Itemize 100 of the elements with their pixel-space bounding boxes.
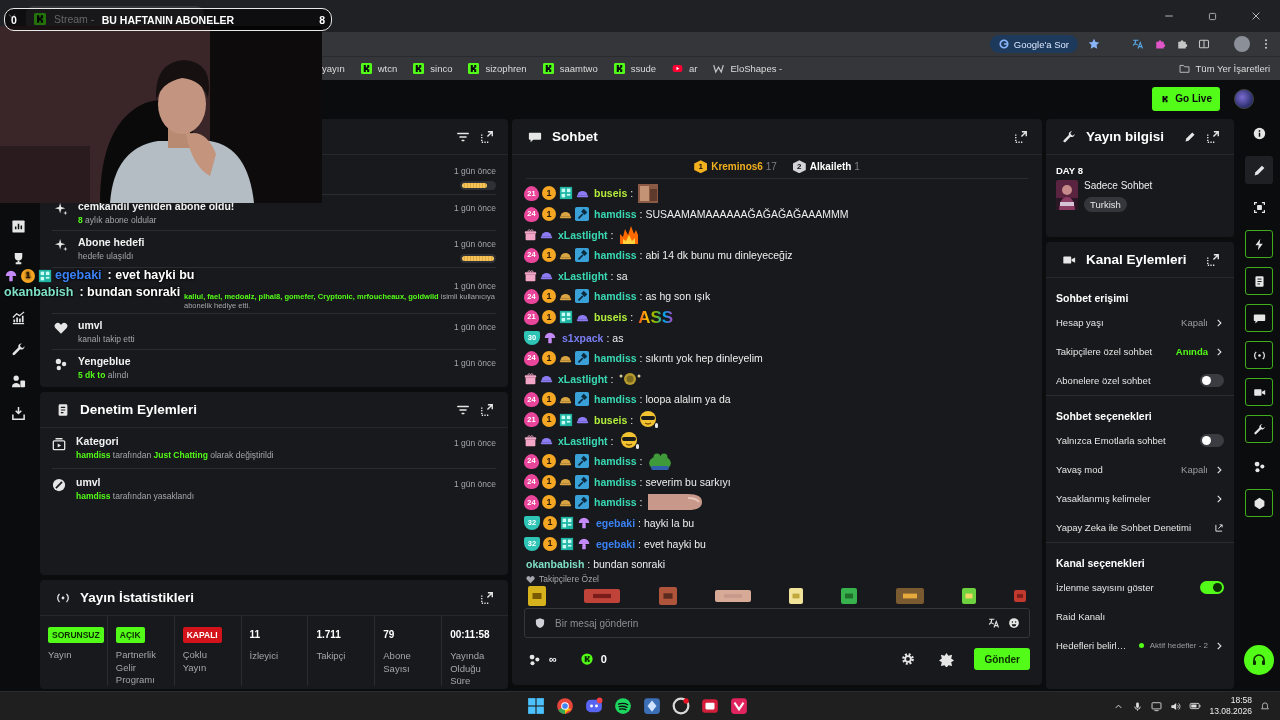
popout-icon[interactable] (480, 402, 494, 417)
app-icon[interactable] (730, 697, 748, 716)
users-icon[interactable] (10, 374, 26, 390)
dots-icon[interactable] (528, 652, 541, 666)
username[interactable]: hamdiss (594, 496, 637, 509)
username[interactable]: xLastlight (558, 228, 608, 241)
external-link-icon[interactable] (1214, 522, 1224, 533)
monitor-icon[interactable] (1151, 700, 1163, 712)
username[interactable]: hamdiss (594, 455, 637, 468)
bookmark[interactable]: ssude (613, 63, 657, 74)
popout-icon[interactable] (1014, 129, 1028, 144)
popout-icon[interactable] (1206, 129, 1220, 144)
message-input-field[interactable]: Bir mesaj gönderin (524, 608, 1030, 639)
bookmark[interactable]: yayın (322, 63, 345, 74)
username[interactable]: xLastlight (558, 372, 608, 385)
chat-button[interactable] (1245, 304, 1273, 333)
browser-icon[interactable] (556, 697, 574, 716)
edit-icon[interactable] (1184, 130, 1196, 143)
download-icon[interactable] (10, 406, 26, 422)
lightning-button[interactable] (1245, 230, 1273, 259)
emote-icon[interactable] (841, 588, 858, 605)
username[interactable]: s1xpack (562, 331, 604, 344)
badge-icon[interactable] (939, 651, 955, 667)
setting-value[interactable]: Kapalı (1181, 464, 1208, 476)
username[interactable]: hamdiss (594, 475, 637, 488)
top-gifter[interactable]: Kreminos6 17 (711, 161, 777, 173)
emote-icon[interactable] (714, 590, 751, 603)
category-name[interactable]: Sadece Sohbet (1084, 180, 1153, 192)
toggle-switch[interactable] (1200, 581, 1224, 595)
emoji-icon[interactable] (1008, 617, 1020, 630)
go-live-button[interactable]: Go Live (1152, 86, 1220, 111)
kick-coin-icon[interactable] (580, 653, 593, 666)
ask-google-button[interactable]: Google'a Sor (989, 35, 1078, 53)
chevron-right-icon[interactable] (1214, 346, 1224, 357)
chevron-right-icon[interactable] (1214, 464, 1224, 475)
microphone-icon[interactable] (1132, 700, 1144, 712)
emote-icon[interactable] (789, 588, 803, 605)
app-icon[interactable] (643, 697, 661, 716)
settings-icon[interactable] (901, 652, 916, 667)
app-icon[interactable] (701, 697, 719, 716)
translate-icon[interactable] (988, 617, 1000, 630)
bookmark[interactable]: wtcn (360, 63, 398, 74)
popout-icon[interactable] (480, 590, 494, 605)
emote-icon[interactable] (895, 588, 924, 605)
bookmark[interactable]: sizophren (468, 63, 527, 74)
speaker-icon[interactable] (1170, 700, 1182, 712)
username[interactable]: egebaki (596, 537, 636, 550)
username[interactable]: egebaki (596, 516, 636, 529)
music-app-icon[interactable] (614, 697, 632, 716)
all-bookmarks[interactable]: Tüm Yer İşaretleri (1178, 63, 1270, 74)
chevron-right-icon[interactable] (1214, 493, 1224, 504)
toggle-switch[interactable] (1200, 374, 1224, 388)
username[interactable]: okanbabish (526, 558, 585, 571)
bookmark[interactable]: saamtwo (542, 63, 598, 74)
split-view-icon[interactable] (1198, 38, 1210, 50)
support-button[interactable] (1244, 645, 1274, 676)
username[interactable]: hamdiss (594, 208, 637, 221)
setting-value[interactable]: Anında (1175, 346, 1208, 358)
bookmark-star-icon[interactable] (1088, 38, 1100, 50)
close-icon[interactable] (1250, 10, 1262, 22)
popout-icon[interactable] (1206, 252, 1220, 267)
username[interactable]: buseis (594, 413, 628, 426)
username[interactable]: buseis (594, 187, 628, 200)
notification-icon[interactable] (1260, 701, 1270, 712)
broadcast-button[interactable] (1245, 341, 1273, 370)
emote-icon[interactable] (528, 586, 546, 607)
toggle-switch[interactable] (1200, 434, 1224, 448)
bookmark[interactable]: EloShapes - (713, 63, 783, 74)
camera-button[interactable] (1245, 378, 1273, 407)
profile-avatar[interactable] (1234, 36, 1250, 52)
extension-icon[interactable] (1154, 38, 1166, 50)
emote-icon[interactable] (961, 588, 976, 605)
top-gifter[interactable]: Alkaileth 1 (809, 161, 860, 173)
bookmark[interactable]: ar (672, 63, 698, 74)
username[interactable]: buseis (594, 311, 628, 323)
extensions-icon[interactable] (1176, 38, 1188, 50)
app-icon[interactable] (672, 697, 690, 716)
bookmark[interactable]: sinco (413, 63, 453, 74)
username[interactable]: hamdiss (594, 249, 637, 262)
username[interactable]: hamdiss (594, 393, 637, 406)
clock[interactable]: 18:58 13.08.2026 (1209, 695, 1252, 718)
bar-chart-icon[interactable] (10, 219, 26, 235)
document-button[interactable] (1245, 267, 1273, 296)
wrench-button[interactable] (1245, 415, 1273, 444)
profile-avatar[interactable] (1234, 88, 1254, 109)
chevron-right-icon[interactable] (1214, 317, 1224, 328)
send-button[interactable]: Gönder (974, 648, 1030, 671)
username[interactable]: hamdiss (594, 352, 637, 365)
username[interactable]: xLastlight (558, 434, 608, 447)
popout-icon[interactable] (480, 129, 494, 144)
maximize-icon[interactable] (1207, 10, 1218, 22)
chevron-right-icon[interactable] (1214, 640, 1224, 651)
wrench-icon[interactable] (10, 342, 26, 358)
analytics-icon[interactable] (10, 310, 26, 326)
setting-value[interactable]: Kapalı (1181, 317, 1208, 329)
tag-button[interactable] (1245, 489, 1273, 518)
shield-icon[interactable] (534, 617, 546, 630)
start-icon[interactable] (527, 697, 545, 716)
edit-button[interactable] (1245, 156, 1273, 185)
username[interactable]: hamdiss (594, 290, 637, 303)
